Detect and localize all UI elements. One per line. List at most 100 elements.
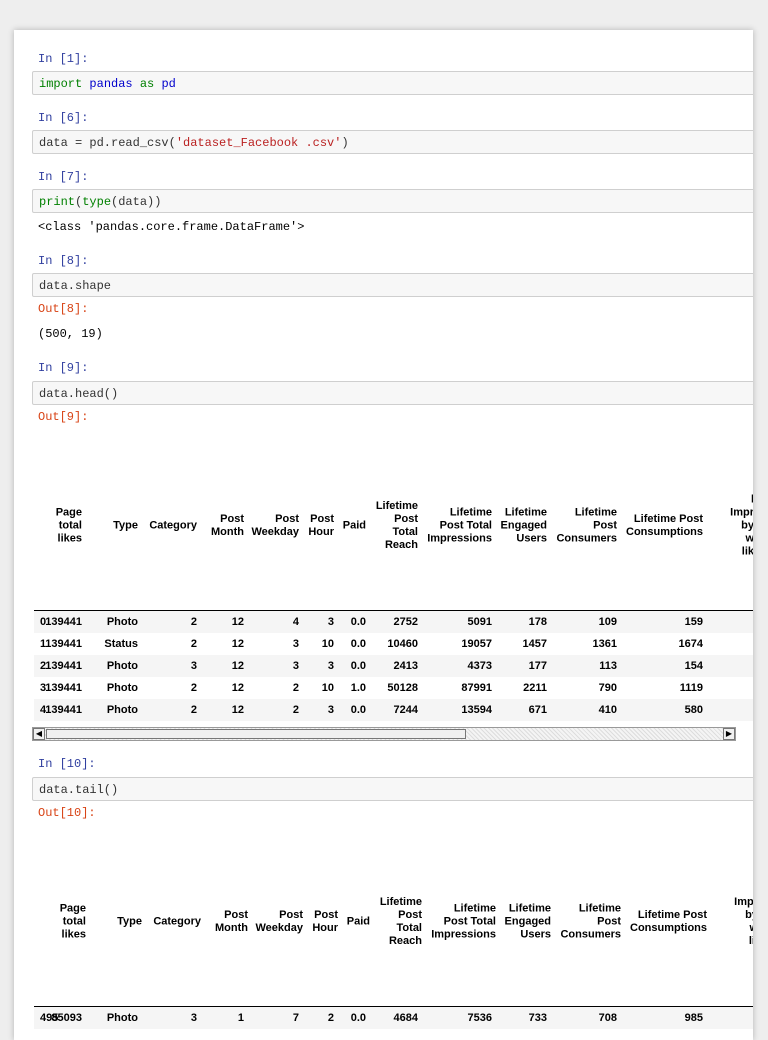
col-header-type: Type <box>117 915 142 928</box>
col-header-post-hour: Post Hour <box>312 909 338 934</box>
table-row: 2 139441 Photo 3 12 3 3 0.0 2413 4373 177 113 154 <box>34 655 753 677</box>
cell-4-input[interactable]: data.shape <box>32 273 753 297</box>
table-cell: 139441 <box>45 638 82 650</box>
table-row: 1 139441 Status 2 12 3 10 0.0 10460 19057 1457 1361… <box>34 633 753 655</box>
table-cell: 3 <box>190 660 197 672</box>
cell-2-prompt: In [6]: <box>38 111 89 125</box>
col-header-category: Category <box>153 915 201 928</box>
col-header-page-total-likes: Page total likes <box>55 506 82 545</box>
table-cell: 19057 <box>461 638 492 650</box>
col-header-post-month: Post Month <box>215 909 248 934</box>
table-row: 0 139441 Photo 2 12 4 3 0.0 2752 5091 178 109 159 <box>34 611 753 633</box>
table-cell: 0.0 <box>350 704 366 716</box>
table-cell: 10460 <box>387 638 418 650</box>
col-header-paid: Paid <box>342 519 366 532</box>
cell-3-code: print(type(data)) <box>39 195 162 209</box>
table-cell: 154 <box>684 660 703 672</box>
table-cell: Photo <box>106 660 138 672</box>
table-cell: 0.0 <box>350 1012 366 1024</box>
col-header-impressions-by-likers: Impr by w lil <box>734 896 753 947</box>
col-header-post-weekday: Post Weekday <box>255 909 304 934</box>
col-header-post-consumers: Lifetime Post Consumers <box>560 902 621 941</box>
col-header-page-total-likes: Page total likes <box>59 902 86 941</box>
cell-6-input[interactable]: data.tail() <box>32 777 753 801</box>
col-header-lifetime-impressions: Lifetime Post Total Impressions <box>427 506 492 545</box>
table-cell: 12 <box>231 616 244 628</box>
cell-1-prompt: In [1]: <box>38 52 89 66</box>
table-cell: 10 <box>321 682 334 694</box>
col-header-post-hour: Post Hour <box>308 513 334 538</box>
cell-3-prompt: In [7]: <box>38 170 89 184</box>
table-cell: 4 <box>292 616 299 628</box>
table-cell: 0.0 <box>350 616 366 628</box>
table-cell: 410 <box>598 704 617 716</box>
table-cell: 159 <box>684 616 703 628</box>
table-cell: 12 <box>231 660 244 672</box>
table-cell: 13594 <box>461 704 492 716</box>
cell-3-output: <class 'pandas.core.frame.DataFrame'> <box>38 220 305 234</box>
table-cell: 2 <box>327 1012 334 1024</box>
table-cell: 113 <box>599 660 617 672</box>
scroll-right-arrow[interactable]: ▶ <box>723 728 735 740</box>
table-cell: 5091 <box>467 616 492 628</box>
table-cell: 1457 <box>522 638 547 650</box>
cell-1-code: import pandas as pd <box>39 77 176 91</box>
table-cell: 139441 <box>45 616 82 628</box>
table-cell: 2 <box>190 616 197 628</box>
col-header-impressions-by-likers: l Impr by w lik <box>730 493 753 558</box>
cell-2-input[interactable]: data = pd.read_csv('dataset_Facebook .cs… <box>32 130 753 154</box>
table-cell: 7244 <box>393 704 418 716</box>
table-cell: 2 <box>190 638 197 650</box>
table-cell: 2 <box>292 682 299 694</box>
cell-6-code: data.tail() <box>39 783 119 797</box>
cell-4-prompt: In [8]: <box>38 254 89 268</box>
table-cell: 109 <box>598 616 617 628</box>
table-cell: 1 <box>237 1012 244 1024</box>
table-cell: 12 <box>231 704 244 716</box>
table-cell: 139441 <box>45 704 82 716</box>
table-cell: 708 <box>598 1012 617 1024</box>
table-cell: 0.0 <box>350 660 366 672</box>
col-header-type: Type <box>113 519 138 532</box>
table-cell: 139441 <box>45 682 82 694</box>
cell-4-out-prompt: Out[8]: <box>38 302 89 316</box>
table-cell: 10 <box>321 638 334 650</box>
table-cell: 2413 <box>393 660 418 672</box>
col-header-post-month: Post Month <box>211 513 244 538</box>
col-header-category: Category <box>149 519 197 532</box>
table-cell: 790 <box>598 682 617 694</box>
table-cell: 2 <box>190 704 197 716</box>
cell-3-input[interactable]: print(type(data)) <box>32 189 753 213</box>
col-header-lifetime-reach: Lifetime Post Total Reach <box>375 500 418 551</box>
col-header-post-consumptions: Lifetime Post Consumptions <box>626 513 703 538</box>
table-cell: 1361 <box>592 638 617 650</box>
table-cell: 4373 <box>467 660 492 672</box>
cell-4-output: (500, 19) <box>38 327 103 341</box>
table-cell: 3 <box>190 1012 197 1024</box>
col-header-post-consumers: Lifetime Post Consumers <box>556 506 617 545</box>
table-cell: 2 <box>190 682 197 694</box>
cell-6-out-prompt: Out[10]: <box>38 806 96 820</box>
table-cell: Status <box>104 638 138 650</box>
cell-5-input[interactable]: data.head() <box>32 381 753 405</box>
col-header-lifetime-reach: Lifetime Post Total Reach <box>379 896 422 947</box>
notebook: In [1]: import pandas as pd In [6]: data… <box>14 30 753 1040</box>
table-cell: 178 <box>528 616 547 628</box>
table-cell: 12 <box>231 682 244 694</box>
col-header-paid: Paid <box>346 915 370 928</box>
table-horizontal-scrollbar[interactable]: ◀ ▶ <box>32 727 736 741</box>
col-header-engaged-users: Lifetime Engaged Users <box>500 506 547 545</box>
col-header-post-consumptions: Lifetime Post Consumptions <box>630 909 707 934</box>
cell-6-prompt: In [10]: <box>38 757 96 771</box>
table-cell: 12 <box>231 638 244 650</box>
scroll-thumb[interactable] <box>46 729 466 739</box>
col-header-engaged-users: Lifetime Engaged Users <box>504 902 551 941</box>
cell-1-input[interactable]: import pandas as pd <box>32 71 753 95</box>
table-cell: 139441 <box>45 660 82 672</box>
cell-5-code: data.head() <box>39 387 119 401</box>
cell-2-code: data = pd.read_csv('dataset_Facebook .cs… <box>39 136 349 150</box>
table-cell: 1.0 <box>350 682 366 694</box>
table-cell: 985 <box>684 1012 703 1024</box>
table-row: 495 85093 Photo 3 1 7 2 0.0 4684 7536 733 708 985 <box>34 1007 753 1029</box>
scroll-left-arrow[interactable]: ◀ <box>33 728 45 740</box>
